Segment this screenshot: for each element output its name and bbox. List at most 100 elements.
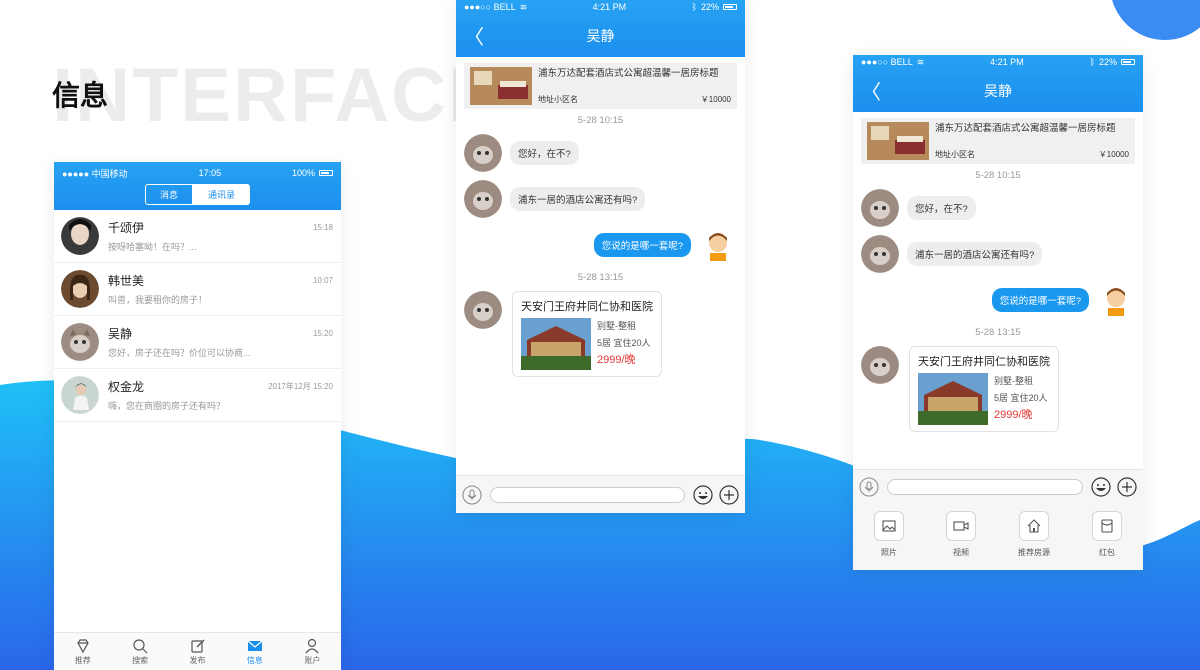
- list-item[interactable]: 韩世美 10:07 叫兽，我要租你的房子！: [54, 263, 341, 316]
- message-input[interactable]: [490, 486, 685, 503]
- carrier-label: ●●●○○ BELL: [464, 2, 516, 12]
- photo-button[interactable]: 照片: [874, 511, 904, 570]
- plus-icon[interactable]: [719, 484, 739, 505]
- list-item[interactable]: 吴静 15:20 您好，房子还在吗？价位可以协商...: [54, 316, 341, 369]
- avatar[interactable]: [464, 180, 502, 218]
- message-bubble: 您说的是哪一套呢?: [991, 288, 1089, 312]
- emoji-icon[interactable]: [1091, 476, 1111, 497]
- back-button[interactable]: 〈: [861, 76, 881, 105]
- avatar: [61, 323, 99, 361]
- contact-last-message: 叫兽，我要租你的房子！: [108, 295, 208, 305]
- tab-messages[interactable]: 消息: [144, 184, 193, 205]
- avatar[interactable]: [1097, 281, 1135, 319]
- house-price: ￥10000: [700, 95, 731, 104]
- extras-panel: 照片 视频 推荐房源 红包: [853, 503, 1143, 570]
- avatar[interactable]: [699, 226, 737, 264]
- hotel-card[interactable]: 天安门王府井同仁协和医院 别墅-整租 5居 宜住20人 2999/晚: [909, 346, 1059, 432]
- list-item[interactable]: 千颂伊 15:18 按呀哈塞呦！在吗？...: [54, 210, 341, 263]
- hotel-price: 2999/晚: [597, 354, 636, 366]
- emoji-icon[interactable]: [693, 484, 713, 505]
- house-title: 浦东万达配套酒店式公寓超温馨一居房标题: [935, 123, 1116, 134]
- message-bubble: 您说的是哪一套呢?: [593, 233, 691, 257]
- tab-contacts[interactable]: 通讯录: [193, 184, 251, 205]
- tab-label: 搜索: [132, 655, 149, 665]
- tab-search[interactable]: 搜索: [111, 633, 168, 670]
- avatar: [61, 270, 99, 308]
- hotel-card[interactable]: 天安门王府井同仁协和医院 别墅-整租 5居 宜住20人 2999/晚: [512, 291, 662, 377]
- extra-label: 红包: [1099, 548, 1115, 557]
- message-list-screen: ●●●●● 中国移动 17:05 100% 消息 通讯录 千颂伊 15:18 按呀…: [54, 162, 341, 670]
- section-title: 信息: [52, 79, 109, 112]
- hotel-rooms: 5居 宜住20人: [994, 393, 1048, 403]
- mail-icon: [247, 640, 263, 651]
- chat-header: ●●●○○ BELL ≋ 4:21 PM ᛒ 22% 〈 吴静: [853, 55, 1143, 112]
- message-input[interactable]: [887, 478, 1083, 495]
- avatar[interactable]: [464, 291, 502, 329]
- message-row: 浦东一居的酒店公寓还有吗?: [861, 235, 1135, 273]
- hotel-rooms: 5居 宜住20人: [597, 338, 651, 348]
- extra-label: 视频: [953, 548, 969, 557]
- red-packet-button[interactable]: 红包: [1092, 511, 1122, 570]
- tab-label: 信息: [246, 655, 263, 665]
- avatar[interactable]: [861, 189, 899, 227]
- tab-messages-bottom[interactable]: 信息: [226, 633, 283, 670]
- video-icon: [953, 521, 969, 531]
- timestamp: 5-28 13:15: [975, 327, 1021, 338]
- status-time: 4:21 PM: [592, 2, 627, 12]
- input-bar: [456, 475, 745, 513]
- chat-title: 吴静: [586, 27, 615, 44]
- bluetooth-icon: ᛒ: [691, 2, 697, 12]
- carrier-label: ●●●○○ BELL: [861, 57, 913, 67]
- microphone-icon[interactable]: [859, 477, 879, 497]
- house-title: 浦东万达配套酒店式公寓超温馨一居房标题: [538, 68, 719, 79]
- battery-icon: [1120, 59, 1135, 65]
- video-button[interactable]: 视频: [946, 511, 976, 570]
- contact-last-message: 按呀哈塞呦！在吗？...: [108, 242, 197, 252]
- contact-name: 千颂伊: [108, 221, 145, 235]
- bluetooth-icon: ᛒ: [1089, 57, 1095, 67]
- plus-icon[interactable]: [1117, 476, 1137, 497]
- battery-icon: [319, 170, 333, 176]
- nav-bar: 〈 吴静: [456, 14, 745, 57]
- status-time: 17:05: [198, 168, 222, 178]
- list-item[interactable]: 权金龙 2017年12月 15:20 嗨，您在商圈的房子还有吗？: [54, 369, 341, 422]
- back-button[interactable]: 〈: [464, 21, 484, 50]
- tab-publish[interactable]: 发布: [169, 633, 226, 670]
- tab-label: 发布: [189, 655, 206, 665]
- status-time: 4:21 PM: [990, 57, 1024, 67]
- avatar[interactable]: [861, 346, 899, 384]
- extra-label: 照片: [881, 548, 897, 557]
- recommend-listing-button[interactable]: 推荐房源: [1018, 511, 1050, 570]
- message-row: 天安门王府井同仁协和医院 别墅-整租 5居 宜住20人 2999/晚: [464, 291, 737, 377]
- microphone-icon[interactable]: [462, 485, 482, 505]
- contact-time: 15:18: [312, 223, 333, 232]
- avatar: [61, 376, 99, 414]
- battery-icon: [722, 4, 737, 10]
- status-bar: ●●●○○ BELL ≋ 4:21 PM ᛒ 22%: [853, 55, 1143, 69]
- diamond-icon: [77, 638, 89, 653]
- house-card[interactable]: 浦东万达配套酒店式公寓超温馨一居房标题 地址小区名 ￥10000: [861, 118, 1135, 164]
- hotel-photo: [918, 373, 988, 425]
- house-address: 地址小区名: [538, 95, 578, 104]
- message-bubble: 浦东一居的酒店公寓还有吗?: [510, 187, 646, 211]
- wifi-icon: ≋: [916, 56, 925, 67]
- message-row: 您说的是哪一套呢?: [861, 281, 1135, 319]
- contact-time: 15:20: [312, 329, 333, 338]
- house-address: 地址小区名: [935, 150, 975, 159]
- timestamp: 5-28 10:15: [975, 170, 1021, 181]
- house-card[interactable]: 浦东万达配套酒店式公寓超温馨一居房标题 地址小区名 ￥10000: [464, 63, 737, 109]
- avatar[interactable]: [464, 134, 502, 172]
- message-row: 您好，在不?: [464, 134, 737, 172]
- contact-name: 吴静: [108, 327, 133, 341]
- segment-control: 消息 通讯录: [54, 184, 341, 205]
- hotel-price: 2999/晚: [994, 409, 1033, 421]
- contact-name: 权金龙: [108, 380, 145, 394]
- search-icon: [133, 638, 148, 653]
- contact-last-message: 您好，房子还在吗？价位可以协商...: [108, 348, 251, 358]
- message-row: 浦东一居的酒店公寓还有吗?: [464, 180, 737, 218]
- avatar[interactable]: [861, 235, 899, 273]
- message-bubble: 您好，在不?: [510, 141, 579, 165]
- tab-recommend[interactable]: 推荐: [54, 633, 111, 670]
- tab-account[interactable]: 账户: [284, 633, 341, 670]
- hotel-type: 别墅-整租: [994, 376, 1033, 386]
